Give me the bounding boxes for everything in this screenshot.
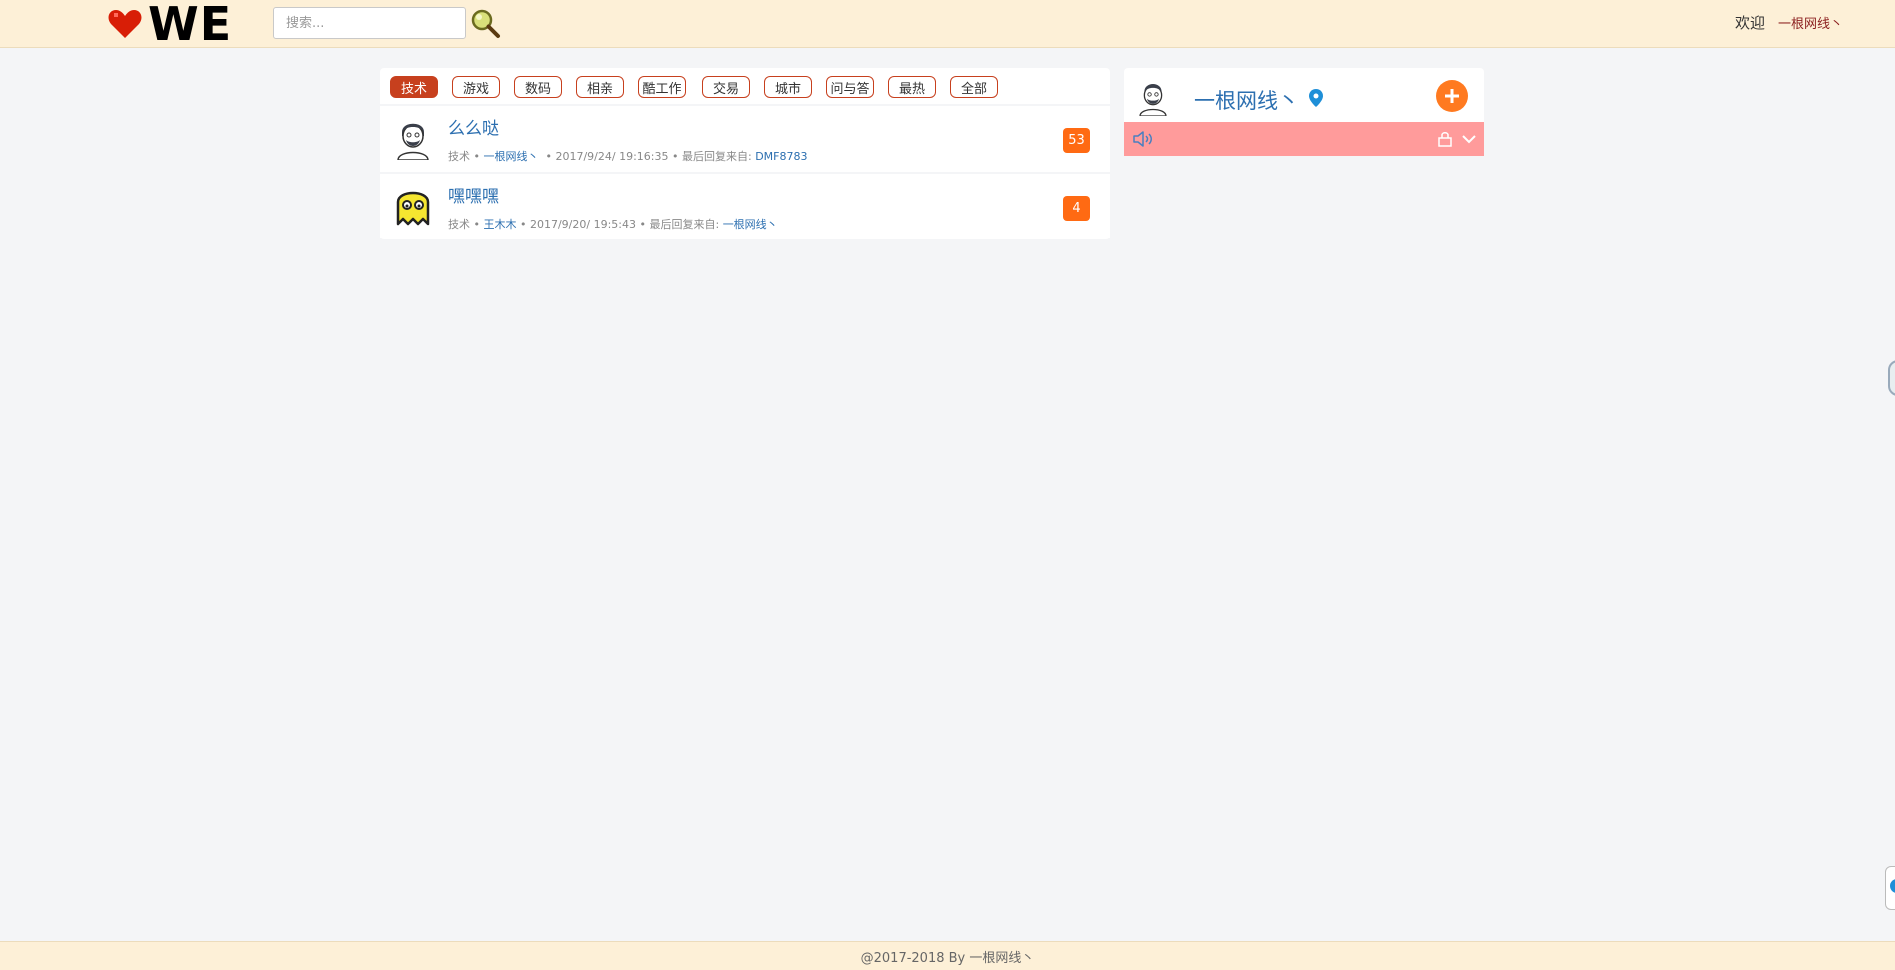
floating-tool-tab[interactable]: [1885, 866, 1895, 910]
welcome-label: 欢迎: [1735, 14, 1766, 32]
location-pin-icon[interactable]: [1309, 89, 1323, 107]
user-name-link[interactable]: 一根网线丶: [1194, 85, 1299, 115]
tool-icon: [1890, 879, 1895, 893]
footer: @2017-2018 By 一根网线丶: [0, 941, 1895, 970]
last-reply-label: 最后回复来自:: [649, 218, 720, 231]
topic-author-link[interactable]: 一根网线丶: [483, 150, 538, 163]
topic-row[interactable]: 嘿嘿嘿 技术 • 王木木 • 2017/9/20/ 19:5:43 • 最后回复…: [380, 172, 1110, 238]
tab-games[interactable]: 游戏: [452, 76, 500, 98]
logo-text: WE: [148, 0, 233, 51]
user-avatar[interactable]: [1136, 78, 1170, 117]
magnifier-icon: [471, 9, 500, 38]
site-logo[interactable]: WE: [108, 0, 233, 51]
topic-author-link[interactable]: 王木木: [483, 218, 516, 231]
topic-meta: 技术 • 王木木 • 2017/9/20/ 19:5:43 • 最后回复来自: …: [448, 218, 778, 231]
topic-title[interactable]: 嘿嘿嘿: [448, 182, 499, 207]
topic-category: 技术: [448, 218, 470, 231]
speaker-icon: [1133, 131, 1152, 147]
last-reply-label: 最后回复来自:: [681, 150, 752, 163]
tab-cool-jobs[interactable]: 酷工作: [638, 76, 686, 98]
user-card: 一根网线丶: [1124, 68, 1484, 122]
current-user-link[interactable]: 一根网线丶: [1778, 13, 1843, 32]
chevron-down-icon[interactable]: [1461, 131, 1477, 147]
tab-city[interactable]: 城市: [764, 76, 812, 98]
add-topic-button[interactable]: [1436, 80, 1468, 112]
heart-icon: [108, 10, 142, 38]
tab-tech[interactable]: 技术: [390, 76, 438, 98]
copyright-text: @2017-2018 By 一根网线丶: [860, 950, 1035, 966]
tab-hottest[interactable]: 最热: [888, 76, 936, 98]
topic-panel: 技术 游戏 数码 相亲 酷工作 交易 城市 问与答 最热 全部 么么哒 技术 •…: [380, 68, 1110, 239]
bearded-man-avatar[interactable]: [394, 116, 432, 161]
search-button[interactable]: [470, 8, 502, 40]
topic-category: 技术: [448, 150, 470, 163]
floating-widget-handle[interactable]: [1888, 360, 1895, 396]
lock-icon[interactable]: [1438, 131, 1452, 147]
reply-count-badge: 4: [1063, 196, 1090, 221]
yellow-ghost-avatar[interactable]: [394, 184, 432, 228]
notice-bar: [1124, 122, 1484, 156]
topic-time: 2017/9/24/ 19:16:35: [555, 150, 669, 163]
topic-time: 2017/9/20/ 19:5:43: [529, 218, 636, 231]
add-icon: [1445, 89, 1459, 103]
topic-title[interactable]: 么么哒: [448, 114, 499, 139]
tab-qa[interactable]: 问与答: [826, 76, 874, 98]
reply-count-badge: 53: [1063, 128, 1090, 153]
tab-digital[interactable]: 数码: [514, 76, 562, 98]
tab-dating[interactable]: 相亲: [576, 76, 624, 98]
search-input[interactable]: [273, 7, 466, 39]
top-header: WE 欢迎 一根网线丶: [0, 0, 1895, 48]
tab-all[interactable]: 全部: [950, 76, 998, 98]
last-reply-user-link[interactable]: DMF8783: [755, 150, 807, 163]
topic-meta: 技术 • 一根网线丶 • 2017/9/24/ 19:16:35 • 最后回复来…: [448, 150, 808, 163]
last-reply-user-link[interactable]: 一根网线丶: [723, 218, 778, 231]
topic-row[interactable]: 么么哒 技术 • 一根网线丶 • 2017/9/24/ 19:16:35 • 最…: [380, 104, 1110, 170]
tab-trade[interactable]: 交易: [702, 76, 750, 98]
